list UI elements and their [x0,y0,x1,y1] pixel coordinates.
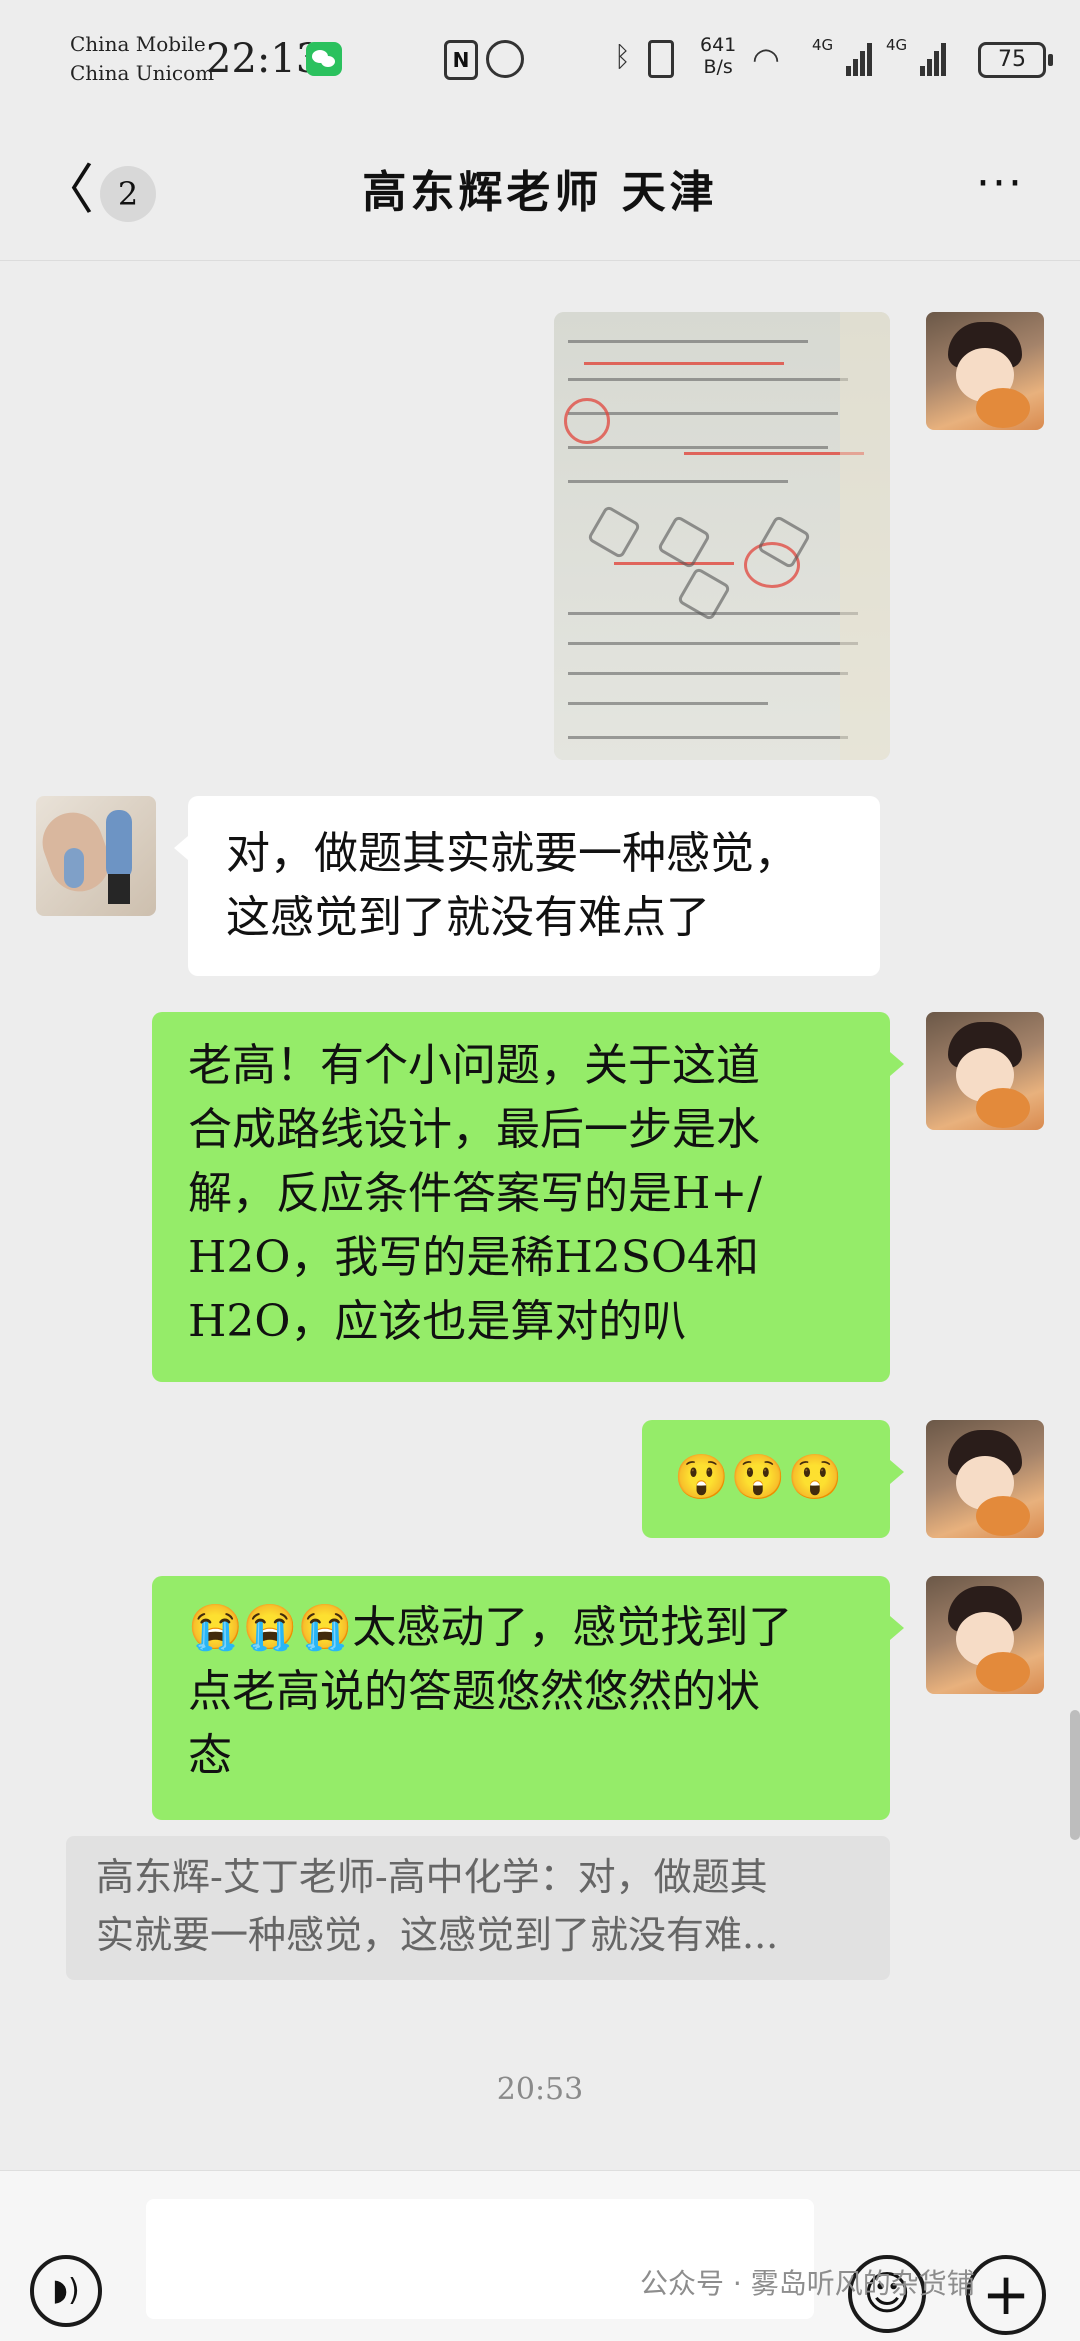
plus-icon[interactable]: + [966,2255,1046,2335]
my-avatar[interactable] [926,312,1044,430]
status-icons: N ᛒ 641 B/s ◠ 4G 4G 75 [400,30,1080,90]
message-bubble-sent[interactable]: 老高！有个小问题，关于这道 合成路线设计，最后一步是水 解，反应条件答案写的是H… [152,1012,904,1382]
message-line: 合成路线设计，最后一步是水 [188,1104,760,1155]
message-line: 😲😲😲 [674,1452,845,1503]
carrier-info: China Mobile China Unicom [70,30,214,88]
nfc-icon: N [444,40,478,80]
message-line: 态 [188,1730,232,1781]
quoted-message[interactable]: 高东辉-艾丁老师-高中化学：对，做题其 实就要一种感觉，这感觉到了就没有难... [66,1836,890,1980]
net-speed-unit: B/s [703,56,733,78]
signal-bars-2-icon [920,42,948,76]
scrollbar[interactable] [1070,1710,1080,1840]
message-bubble-sent-emoji[interactable]: 😲😲😲 [642,1420,904,1538]
message-line: 😭😭😭太感动了，感觉找到了 [188,1602,793,1653]
message-line: H2O，应该也是算对的叭 [188,1296,687,1347]
my-avatar[interactable] [926,1012,1044,1130]
signal-label-1: 4G [812,36,834,54]
wechat-notification-icon [306,42,342,76]
battery-icon: 75 [978,42,1053,78]
message-line: 老高！有个小问题，关于这道 [188,1040,760,1091]
quote-line: 实就要一种感觉，这感觉到了就没有难... [96,1913,779,1957]
my-avatar[interactable] [926,1420,1044,1538]
net-speed: 641 B/s [700,34,736,78]
message-line: 点老高说的答题悠然悠然的状 [188,1666,760,1717]
message-line: 解，反应条件答案写的是H+/ [188,1168,763,1219]
message-line: 这感觉到了就没有难点了 [226,892,710,943]
quote-line: 高东辉-艾丁老师-高中化学：对，做题其 [96,1855,768,1899]
message-line: H2O，我写的是稀H2SO4和 [188,1232,760,1283]
vibrate-icon [648,40,674,78]
signal-label-2: 4G [886,36,908,54]
wifi-icon: ◠ [752,40,780,78]
message-line: 对，做题其实就要一种感觉， [226,828,798,879]
input-bar: ◗) ☺ + [0,2170,1080,2341]
net-speed-value: 641 [700,34,737,56]
chemistry-homework-photo[interactable] [554,312,890,760]
carrier-1: China Mobile [70,32,206,56]
signal-bars-1-icon [846,42,874,76]
chat-header: 〈 2 高东辉老师 天津 ··· [0,120,1080,261]
more-options-button[interactable]: ··· [960,158,1040,222]
bluetooth-icon: ᛒ [614,40,631,73]
alarm-icon [486,40,524,78]
message-bubble-received[interactable]: 对，做题其实就要一种感觉， 这感觉到了就没有难点了 [174,796,880,976]
carrier-2: China Unicom [70,61,215,85]
my-avatar[interactable] [926,1576,1044,1694]
chat-title: 高东辉老师 天津 [362,167,718,218]
status-bar: China Mobile China Unicom 22:13 N ᛒ 641 … [0,0,1080,120]
message-bubble-sent[interactable]: 😭😭😭太感动了，感觉找到了 点老高说的答题悠然悠然的状 态 [152,1576,904,1820]
message-timestamp: 20:53 [496,2072,584,2107]
watermark-text: 公众号 · 雾岛听风的杂货铺 [640,2267,975,2300]
voice-icon[interactable]: ◗) [30,2255,102,2327]
status-time: 22:13 [206,36,322,82]
contact-avatar[interactable] [36,796,156,916]
